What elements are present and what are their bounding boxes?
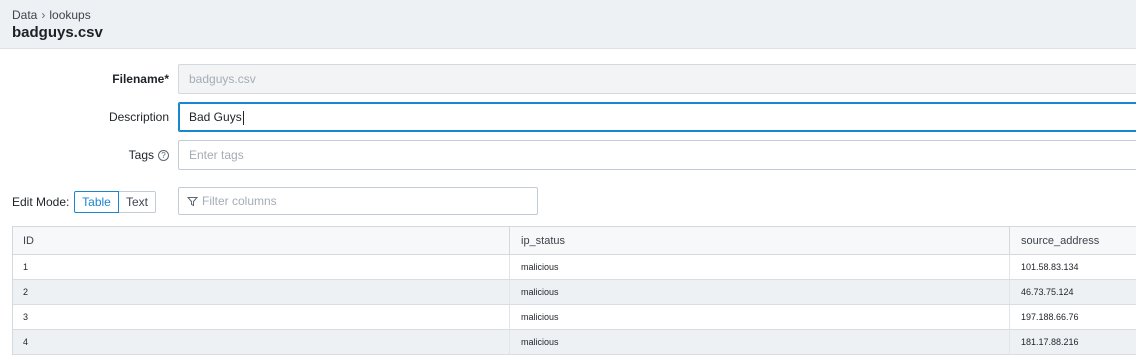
- table-row: 4 malicious 181.17.88.216: [13, 330, 1136, 355]
- table-cell[interactable]: 101.58.83.134: [1011, 255, 1136, 279]
- tags-field[interactable]: Enter tags: [178, 140, 1136, 170]
- filename-label: Filename*: [112, 72, 169, 86]
- description-field[interactable]: Bad Guys: [178, 102, 1136, 132]
- description-label: Description: [108, 110, 169, 124]
- edit-mode-label: Edit Mode:: [12, 195, 70, 209]
- edit-mode-text-button[interactable]: Text: [118, 191, 156, 213]
- table-row: 3 malicious 197.188.66.76: [13, 305, 1136, 330]
- table-cell[interactable]: 3: [13, 305, 510, 329]
- table-cell[interactable]: 1: [13, 255, 510, 279]
- column-header-source-address[interactable]: source_address: [1011, 227, 1136, 254]
- table-cell[interactable]: malicious: [511, 330, 1010, 354]
- table-cell[interactable]: malicious: [511, 305, 1010, 329]
- description-value: Bad Guys: [189, 110, 242, 124]
- table-cell[interactable]: 2: [13, 280, 510, 304]
- table-cell[interactable]: 181.17.88.216: [1011, 330, 1136, 354]
- column-header-ip-status[interactable]: ip_status: [511, 227, 1010, 254]
- table-header-row: ID ip_status source_address: [13, 227, 1136, 255]
- table-cell[interactable]: 197.188.66.76: [1011, 305, 1136, 329]
- breadcrumb: Data › lookups: [12, 8, 91, 22]
- table-row: 1 malicious 101.58.83.134: [13, 255, 1136, 280]
- table-row: 2 malicious 46.73.75.124: [13, 280, 1136, 305]
- breadcrumb-separator: ›: [41, 8, 46, 22]
- table-cell[interactable]: 46.73.75.124: [1011, 280, 1136, 304]
- filter-placeholder: Filter columns: [202, 194, 277, 208]
- breadcrumb-lookups-link[interactable]: lookups: [49, 8, 90, 22]
- tags-placeholder: Enter tags: [189, 148, 244, 162]
- breadcrumb-data-link[interactable]: Data: [12, 8, 37, 22]
- filename-field: badguys.csv: [178, 64, 1136, 94]
- edit-mode-table-button[interactable]: Table: [74, 191, 119, 213]
- tags-label-group: Tags?: [13, 148, 169, 162]
- tags-label: Tags: [128, 148, 154, 162]
- lookup-table: ID ip_status source_address 1 malicious …: [12, 226, 1136, 355]
- page-title: badguys.csv: [12, 24, 103, 41]
- column-header-id[interactable]: ID: [13, 227, 510, 254]
- funnel-icon: [186, 197, 199, 207]
- table-cell[interactable]: malicious: [511, 280, 1010, 304]
- table-cell[interactable]: malicious: [511, 255, 1010, 279]
- filter-columns-input[interactable]: Filter columns: [178, 187, 538, 215]
- text-cursor: [242, 110, 244, 125]
- help-icon[interactable]: ?: [158, 150, 169, 162]
- table-cell[interactable]: 4: [13, 330, 510, 354]
- page-header: Data › lookups badguys.csv: [0, 0, 1136, 49]
